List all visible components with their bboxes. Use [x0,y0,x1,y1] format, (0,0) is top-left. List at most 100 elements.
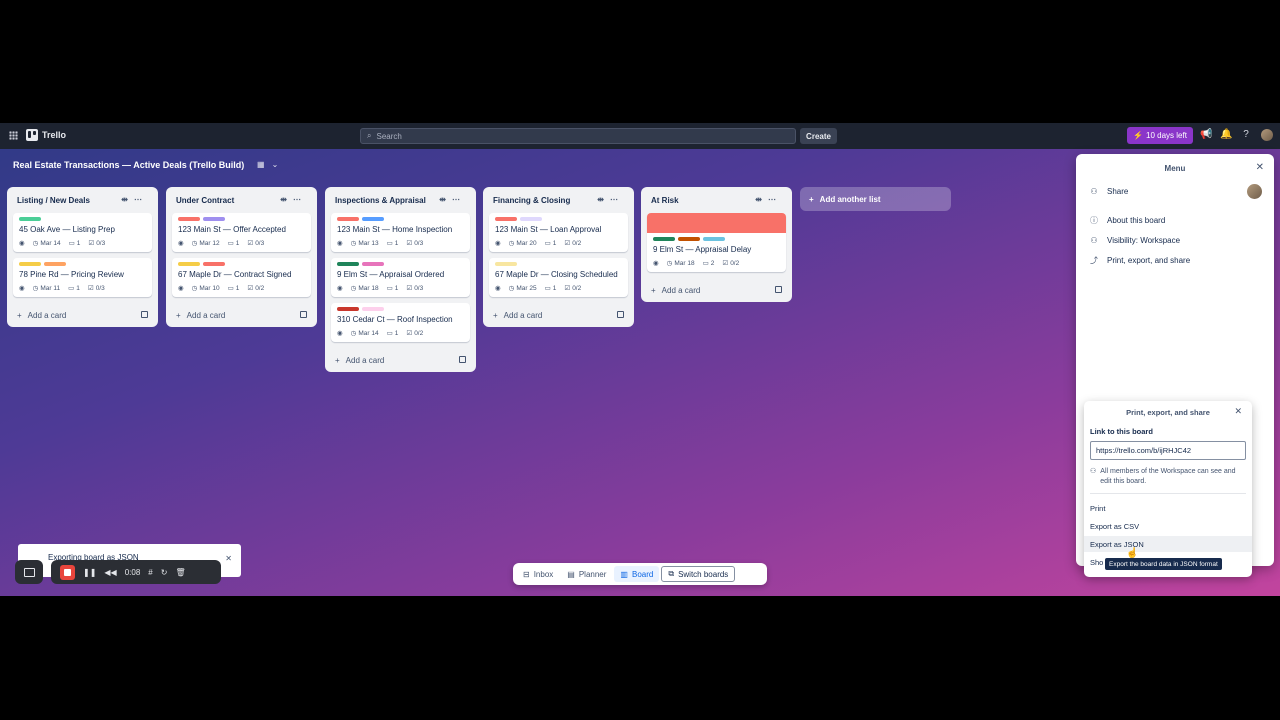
due-date-badge[interactable]: ◷ Mar 18 [667,259,695,268]
export-json-option[interactable]: Export as JSON [1084,536,1252,552]
camera-icon[interactable] [15,560,43,584]
bell-icon[interactable]: 🔔 [1220,129,1232,141]
card[interactable]: 123 Main St — Offer Accepted ◉ ◷ Mar 12 ▭… [172,213,311,252]
board-list: Listing / New Deals ⇹⋯ 45 Oak Ave — List… [7,187,158,327]
card[interactable]: 9 Elm St — Appraisal Delay ◉ ◷ Mar 18 ▭ 2 … [647,213,786,272]
card-label[interactable] [337,217,359,221]
board-title[interactable]: Real Estate Transactions — Active Deals … [13,160,244,170]
card-label[interactable] [203,262,225,266]
comments-badge: ▭ 1 [387,284,399,293]
card[interactable]: 9 Elm St — Appraisal Ordered ◉ ◷ Mar 18 ▭… [331,258,470,297]
add-card-button[interactable]: + Add a card [331,348,470,372]
menu-item-about-this-board[interactable]: ⓘ About this board [1089,213,1165,227]
due-date-badge[interactable]: ◷ Mar 13 [351,239,379,248]
card-label[interactable] [337,262,359,266]
eye-icon: ◉ [19,240,25,247]
list-actions-icon[interactable]: ⇹⋯ [755,195,782,204]
card-template-icon[interactable] [459,356,466,363]
switch-boards-button[interactable]: ⧉ Switch boards [661,566,736,582]
planner-tab[interactable]: ▤ Planner [561,566,612,582]
list-actions-icon[interactable]: ⇹⋯ [597,195,624,204]
card-label[interactable] [44,262,66,266]
card[interactable]: 45 Oak Ave — Listing Prep ◉ ◷ Mar 14 ▭ 1 ☑… [13,213,152,252]
card-template-icon[interactable] [775,286,782,293]
due-date-badge[interactable]: ◷ Mar 11 [33,284,60,293]
clock-icon: ◷ [32,240,39,247]
menu-item-visibility-workspace[interactable]: ⚇ Visibility: Workspace [1089,233,1180,247]
trello-logo[interactable]: Trello [26,129,66,141]
add-card-button[interactable]: + Add a card [489,303,628,327]
due-date-badge[interactable]: ◷ Mar 10 [192,284,220,293]
list-header[interactable]: Inspections & Appraisal ⇹⋯ [331,187,470,213]
list-actions-icon[interactable]: ⇹⋯ [280,195,307,204]
menu-item-share[interactable]: ⚇ Share [1089,184,1128,198]
list-actions-icon[interactable]: ⇹⋯ [439,195,466,204]
search-icon: ⌕ [367,131,372,140]
card-label[interactable] [520,217,542,221]
close-icon[interactable]: ✕ [225,554,232,563]
card-label[interactable] [19,217,41,221]
inbox-tab[interactable]: ⊟ Inbox [517,566,559,582]
board-tab[interactable]: ▥ Board [614,566,660,582]
list-header[interactable]: Financing & Closing ⇹⋯ [489,187,628,213]
rewind-icon[interactable]: ◀◀ [104,568,116,577]
list-actions-icon[interactable]: ⇹⋯ [121,195,148,204]
add-list-button[interactable]: + Add another list [800,187,951,211]
list-header[interactable]: Under Contract ⇹⋯ [172,187,311,213]
due-date-badge[interactable]: ◷ Mar 14 [32,239,61,248]
app-switcher-icon[interactable] [9,131,18,140]
add-card-button[interactable]: + Add a card [13,303,152,327]
help-icon[interactable]: ? [1240,129,1252,141]
card-label[interactable] [678,237,700,241]
card-label[interactable] [653,237,675,241]
card[interactable]: 67 Maple Dr — Closing Scheduled ◉ ◷ Mar 2… [489,258,628,297]
due-date-badge[interactable]: ◷ Mar 20 [509,239,537,248]
user-avatar[interactable] [1261,129,1273,141]
list-header[interactable]: Listing / New Deals ⇹⋯ [13,187,152,213]
card[interactable]: 67 Maple Dr — Contract Signed ◉ ◷ Mar 10 … [172,258,311,297]
grid-icon[interactable]: # [148,568,152,577]
card-label[interactable] [362,307,384,311]
card[interactable]: 123 Main St — Home Inspection ◉ ◷ Mar 13 … [331,213,470,252]
card-label[interactable] [178,262,200,266]
card-template-icon[interactable] [617,311,624,318]
card-label[interactable] [203,217,225,221]
card-label[interactable] [495,262,517,266]
card-label[interactable] [362,217,384,221]
export-csv-option[interactable]: Export as CSV [1084,518,1252,534]
add-card-button[interactable]: + Add a card [647,278,786,302]
card-label[interactable] [337,307,359,311]
list-header[interactable]: At Risk ⇹⋯ [647,187,786,213]
card-label[interactable] [178,217,200,221]
megaphone-icon[interactable]: 📢 [1200,129,1212,141]
due-date-badge[interactable]: ◷ Mar 12 [192,239,220,248]
card-label[interactable] [495,217,517,221]
card-label[interactable] [362,262,384,266]
chevron-down-icon[interactable]: ⌄ [272,160,279,169]
card[interactable]: 310 Cedar Ct — Roof Inspection ◉ ◷ Mar 14… [331,303,470,342]
due-date-badge[interactable]: ◷ Mar 18 [351,284,379,293]
card-label[interactable] [19,262,41,266]
board-link-field[interactable] [1090,441,1246,460]
due-date-badge[interactable]: ◷ Mar 25 [509,284,537,293]
card-label[interactable] [703,237,725,241]
create-button[interactable]: Create [800,128,837,144]
due-date-badge[interactable]: ◷ Mar 14 [351,329,379,338]
card[interactable]: 78 Pine Rd — Pricing Review ◉ ◷ Mar 11 ▭ 1… [13,258,152,297]
card-template-icon[interactable] [141,311,148,318]
comments-badge: ▭ 1 [387,329,399,338]
menu-item-print-export-and-share[interactable]: ⤴ Print, export, and share [1089,253,1190,267]
stop-recording-button[interactable] [60,564,75,580]
close-icon[interactable]: ✕ [1234,406,1242,417]
print-option[interactable]: Print [1084,500,1252,516]
pause-icon[interactable]: ❚❚ [83,568,96,577]
close-icon[interactable]: ✕ [1256,162,1264,173]
restart-icon[interactable]: ↻ [161,568,168,577]
board-views-icon[interactable]: ▦ [257,160,265,169]
trash-icon[interactable]: 🗑 [175,568,185,577]
search-input[interactable]: ⌕ Search [360,128,796,144]
trial-badge[interactable]: ⚡ 10 days left [1127,127,1193,144]
add-card-button[interactable]: + Add a card [172,303,311,327]
card-template-icon[interactable] [300,311,307,318]
card[interactable]: 123 Main St — Loan Approval ◉ ◷ Mar 20 ▭ 1… [489,213,628,252]
